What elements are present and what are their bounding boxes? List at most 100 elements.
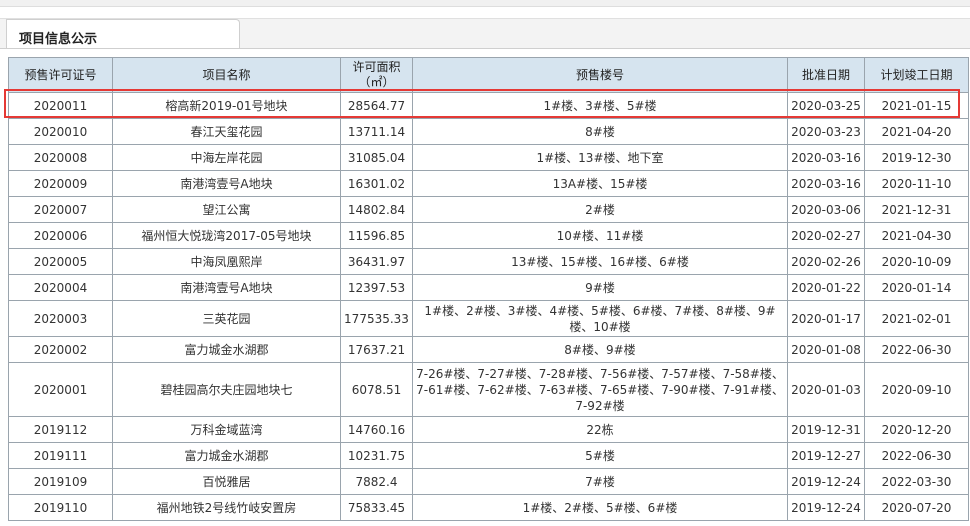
- cell-completion: 2020-01-14: [864, 274, 969, 301]
- cell-completion: 2020-11-10: [864, 170, 969, 197]
- cell-permit: 2020008: [8, 144, 113, 171]
- cell-name[interactable]: 碧桂园高尔夫庄园地块七: [112, 362, 341, 417]
- table-row[interactable]: 2020010 春江天玺花园 13711.14 8#楼 2020-03-23 2…: [8, 118, 969, 145]
- cell-area: 75833.45: [340, 494, 413, 521]
- cell-approved: 2020-03-16: [787, 170, 865, 197]
- cell-completion: 2020-10-09: [864, 248, 969, 275]
- cell-completion: 2022-06-30: [864, 336, 969, 363]
- cell-area: 177535.33: [340, 300, 413, 337]
- cell-area: 17637.21: [340, 336, 413, 363]
- cell-buildings: 10#楼、11#楼: [412, 222, 788, 249]
- col-header-completion: 计划竣工日期: [864, 57, 969, 93]
- table-row[interactable]: 2020011 榕高新2019-01号地块 28564.77 1#楼、3#楼、5…: [8, 92, 969, 119]
- cell-name[interactable]: 南港湾壹号A地块: [112, 274, 341, 301]
- cell-permit: 2020006: [8, 222, 113, 249]
- table-row[interactable]: 2020001 碧桂园高尔夫庄园地块七 6078.51 7-26#楼、7-27#…: [8, 362, 969, 417]
- cell-approved: 2020-01-08: [787, 336, 865, 363]
- cell-approved: 2019-12-27: [787, 442, 865, 469]
- cell-approved: 2019-12-24: [787, 468, 865, 495]
- cell-name[interactable]: 福州地铁2号线竹岐安置房: [112, 494, 341, 521]
- cell-area: 28564.77: [340, 92, 413, 119]
- cell-permit: 2019110: [8, 494, 113, 521]
- cell-completion: 2020-12-20: [864, 416, 969, 443]
- table-row[interactable]: 2020002 富力城金水湖郡 17637.21 8#楼、9#楼 2020-01…: [8, 336, 969, 363]
- cell-buildings: 13A#楼、15#楼: [412, 170, 788, 197]
- cell-permit: 2020010: [8, 118, 113, 145]
- cell-buildings: 7-26#楼、7-27#楼、7-28#楼、7-56#楼、7-57#楼、7-58#…: [412, 362, 788, 417]
- table-row[interactable]: 2019111 富力城金水湖郡 10231.75 5#楼 2019-12-27 …: [8, 442, 969, 469]
- cell-permit: 2019109: [8, 468, 113, 495]
- cell-permit: 2020009: [8, 170, 113, 197]
- cell-buildings: 13#楼、15#楼、16#楼、6#楼: [412, 248, 788, 275]
- cell-permit: 2020004: [8, 274, 113, 301]
- table-header-row: 预售许可证号 项目名称 许可面积（㎡） 预售楼号 批准日期 计划竣工日期: [8, 57, 969, 93]
- cell-completion: 2020-09-10: [864, 362, 969, 417]
- table-row[interactable]: 2020009 南港湾壹号A地块 16301.02 13A#楼、15#楼 202…: [8, 170, 969, 197]
- tab-title: 项目信息公示: [19, 32, 98, 47]
- cell-permit: 2020007: [8, 196, 113, 223]
- cell-approved: 2020-01-22: [787, 274, 865, 301]
- cell-completion: 2019-12-30: [864, 144, 969, 171]
- content-panel: 预售许可证号 项目名称 许可面积（㎡） 预售楼号 批准日期 计划竣工日期 202…: [0, 48, 970, 526]
- cell-approved: 2020-03-25: [787, 92, 865, 119]
- cell-completion: 2021-01-15: [864, 92, 969, 119]
- cell-permit: 2020001: [8, 362, 113, 417]
- cell-area: 14760.16: [340, 416, 413, 443]
- cell-buildings: 8#楼、9#楼: [412, 336, 788, 363]
- cell-completion: 2021-02-01: [864, 300, 969, 337]
- cell-approved: 2019-12-31: [787, 416, 865, 443]
- cell-name[interactable]: 富力城金水湖郡: [112, 442, 341, 469]
- cell-completion: 2022-03-30: [864, 468, 969, 495]
- cell-area: 16301.02: [340, 170, 413, 197]
- cell-name[interactable]: 望江公寓: [112, 196, 341, 223]
- table-row[interactable]: 2020004 南港湾壹号A地块 12397.53 9#楼 2020-01-22…: [8, 274, 969, 301]
- cell-name[interactable]: 万科金域蓝湾: [112, 416, 341, 443]
- cell-area: 10231.75: [340, 442, 413, 469]
- cell-area: 11596.85: [340, 222, 413, 249]
- cell-completion: 2021-12-31: [864, 196, 969, 223]
- cell-area: 14802.84: [340, 196, 413, 223]
- cell-name[interactable]: 百悦雅居: [112, 468, 341, 495]
- cell-area: 6078.51: [340, 362, 413, 417]
- cell-name[interactable]: 富力城金水湖郡: [112, 336, 341, 363]
- col-header-buildings: 预售楼号: [412, 57, 788, 93]
- tab-bar: 项目信息公示: [0, 18, 970, 49]
- col-header-area: 许可面积（㎡）: [340, 57, 413, 93]
- table-row[interactable]: 2020007 望江公寓 14802.84 2#楼 2020-03-06 202…: [8, 196, 969, 223]
- cell-area: 7882.4: [340, 468, 413, 495]
- cell-permit: 2019112: [8, 416, 113, 443]
- table-row[interactable]: 2019109 百悦雅居 7882.4 7#楼 2019-12-24 2022-…: [8, 468, 969, 495]
- cell-approved: 2019-12-24: [787, 494, 865, 521]
- table-row[interactable]: 2019112 万科金域蓝湾 14760.16 22栋 2019-12-31 2…: [8, 416, 969, 443]
- table-row[interactable]: 2019110 福州地铁2号线竹岐安置房 75833.45 1#楼、2#楼、5#…: [8, 494, 969, 521]
- cell-name[interactable]: 三英花园: [112, 300, 341, 337]
- top-strip: [0, 0, 970, 7]
- table-row[interactable]: 2020005 中海凤凰熙岸 36431.97 13#楼、15#楼、16#楼、6…: [8, 248, 969, 275]
- cell-buildings: 1#楼、2#楼、5#楼、6#楼: [412, 494, 788, 521]
- table-row[interactable]: 2020003 三英花园 177535.33 1#楼、2#楼、3#楼、4#楼、5…: [8, 300, 969, 337]
- cell-buildings: 1#楼、13#楼、地下室: [412, 144, 788, 171]
- cell-name[interactable]: 南港湾壹号A地块: [112, 170, 341, 197]
- cell-completion: 2021-04-20: [864, 118, 969, 145]
- cell-buildings: 7#楼: [412, 468, 788, 495]
- cell-area: 31085.04: [340, 144, 413, 171]
- tab-project-info[interactable]: 项目信息公示: [6, 19, 240, 49]
- cell-approved: 2020-03-06: [787, 196, 865, 223]
- cell-approved: 2020-03-23: [787, 118, 865, 145]
- cell-name[interactable]: 中海左岸花园: [112, 144, 341, 171]
- cell-name[interactable]: 中海凤凰熙岸: [112, 248, 341, 275]
- col-header-name: 项目名称: [112, 57, 341, 93]
- table-row[interactable]: 2020006 福州恒大悦珑湾2017-05号地块 11596.85 10#楼、…: [8, 222, 969, 249]
- cell-buildings: 5#楼: [412, 442, 788, 469]
- cell-buildings: 22栋: [412, 416, 788, 443]
- cell-area: 12397.53: [340, 274, 413, 301]
- cell-name[interactable]: 福州恒大悦珑湾2017-05号地块: [112, 222, 341, 249]
- cell-permit: 2020011: [8, 92, 113, 119]
- cell-name[interactable]: 榕高新2019-01号地块: [112, 92, 341, 119]
- table-row[interactable]: 2020008 中海左岸花园 31085.04 1#楼、13#楼、地下室 202…: [8, 144, 969, 171]
- cell-approved: 2020-03-16: [787, 144, 865, 171]
- cell-name[interactable]: 春江天玺花园: [112, 118, 341, 145]
- col-header-approved: 批准日期: [787, 57, 865, 93]
- cell-area: 36431.97: [340, 248, 413, 275]
- project-table: 预售许可证号 项目名称 许可面积（㎡） 预售楼号 批准日期 计划竣工日期 202…: [8, 57, 969, 521]
